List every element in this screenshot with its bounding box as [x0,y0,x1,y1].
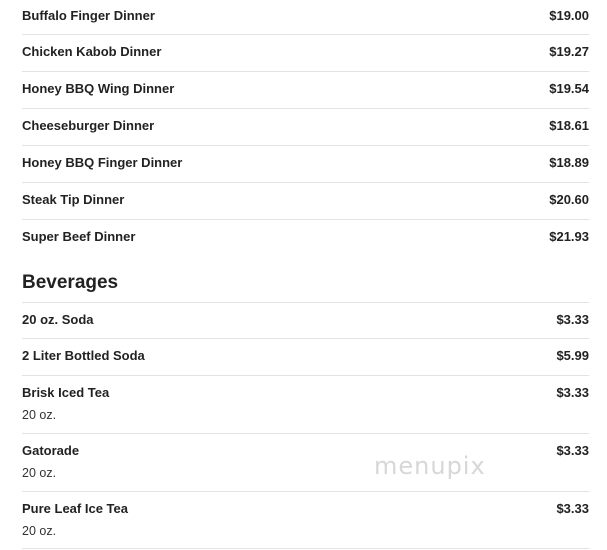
item-name: Cheeseburger Dinner [22,118,155,133]
item-price: $18.89 [549,155,589,170]
item-price: $3.33 [556,385,589,400]
item-name: Chicken Kabob Dinner [22,44,162,59]
item-name: Steak Tip Dinner [22,192,125,207]
item-name: Honey BBQ Finger Dinner [22,155,183,170]
item-price: $3.33 [556,443,589,458]
menu-item: Super Beef Dinner $21.93 [22,220,589,257]
item-name: Brisk Iced Tea [22,385,110,400]
item-name: Honey BBQ Wing Dinner [22,81,175,96]
menu-item: Gatorade $3.33 20 oz. [22,434,589,492]
item-price: $19.00 [549,8,589,23]
item-description: 20 oz. [22,408,57,422]
menu-item: 2 Liter Bottled Soda $5.99 [22,339,589,376]
item-name: 2 Liter Bottled Soda [22,348,145,363]
item-price: $20.60 [549,192,589,207]
menu-item: 20 oz. Soda $3.33 [22,302,589,339]
item-name: Gatorade [22,443,80,458]
item-name: Buffalo Finger Dinner [22,8,155,23]
menu-item: Cheeseburger Dinner $18.61 [22,109,589,146]
menu-item: Honey BBQ Finger Dinner $18.89 [22,146,589,183]
menu-item: Brisk Iced Tea $3.33 20 oz. [22,376,589,434]
section-title-beverages: Beverages [22,272,119,293]
item-description: 20 oz. [22,466,57,480]
item-price: $21.93 [549,229,589,244]
item-price: $5.99 [556,348,589,363]
menu-item: Honey BBQ Wing Dinner $19.54 [22,72,589,109]
item-price: $3.33 [556,312,589,327]
item-price: $19.27 [549,44,589,59]
menu-item: Steak Tip Dinner $20.60 [22,183,589,220]
item-price: $3.33 [556,501,589,516]
menu-item: Buffalo Finger Dinner $19.00 [22,0,589,35]
item-name: 20 oz. Soda [22,312,94,327]
item-price: $19.54 [549,81,589,96]
menu-item: Chicken Kabob Dinner $19.27 [22,35,589,72]
item-description: 20 oz. [22,524,57,538]
watermark-logo: menupix [374,452,486,480]
item-price: $18.61 [549,118,589,133]
menu-item: Pure Leaf Ice Tea $3.33 20 oz. [22,492,589,549]
item-name: Pure Leaf Ice Tea [22,501,128,516]
item-name: Super Beef Dinner [22,229,136,244]
